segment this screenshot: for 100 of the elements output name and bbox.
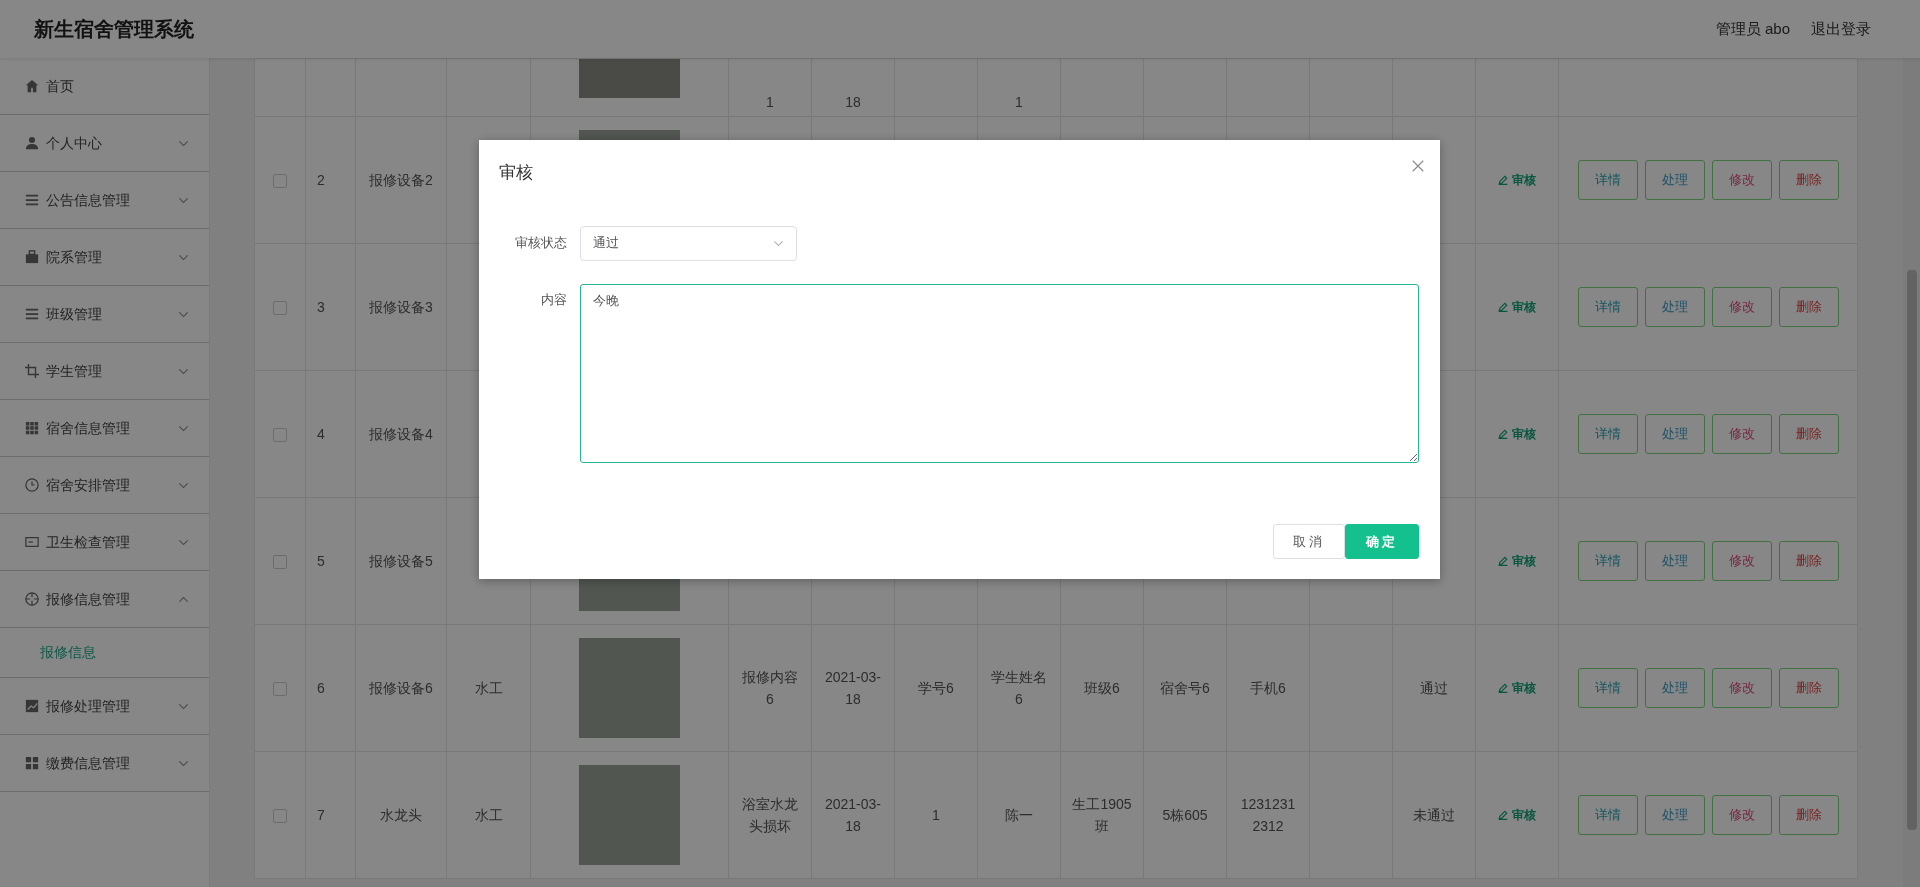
user-name: 管理员 abo: [1715, 18, 1790, 39]
sidebar-subitem[interactable]: 报修信息: [0, 628, 209, 678]
action-button[interactable]: 修改: [1711, 414, 1772, 454]
action-button[interactable]: 详情: [1577, 541, 1638, 581]
row-index: 5: [317, 553, 325, 569]
action-button[interactable]: 详情: [1577, 414, 1638, 454]
sidebar-item[interactable]: 缴费信息管理: [0, 735, 209, 792]
action-button[interactable]: 详情: [1577, 287, 1638, 327]
sidebar-item[interactable]: 报修信息管理: [0, 571, 209, 628]
pencil-icon: [1498, 302, 1509, 312]
sidebar-item[interactable]: 班级管理: [0, 286, 209, 343]
sidebar-item-label: 个人中心: [46, 133, 103, 153]
row-index: 6: [317, 680, 325, 696]
sidebar-item[interactable]: 首页: [0, 58, 209, 115]
action-button[interactable]: 删除: [1778, 795, 1839, 835]
action-button[interactable]: 修改: [1711, 287, 1772, 327]
table-cell: 未通过: [1413, 807, 1455, 823]
pencil-icon: [1498, 810, 1509, 820]
audit-link[interactable]: 审核: [1498, 296, 1536, 318]
action-button[interactable]: 处理: [1644, 541, 1705, 581]
table-cell: 报修设备3: [369, 299, 433, 315]
crosshair-icon: [25, 592, 39, 606]
row-checkbox[interactable]: [273, 301, 287, 316]
sidebar-item[interactable]: 卫生检查管理: [0, 514, 209, 571]
sidebar-item[interactable]: 报修处理管理: [0, 678, 209, 735]
table-cell: 2021-03-18: [824, 796, 881, 834]
row-checkbox[interactable]: [273, 428, 287, 443]
sidebar-item[interactable]: 公告信息管理: [0, 172, 209, 229]
action-button[interactable]: 修改: [1711, 668, 1772, 708]
scrollbar-thumb[interactable]: [1906, 270, 1917, 830]
table-cell: 浴室水龙头损坏: [742, 796, 798, 834]
action-button[interactable]: 修改: [1711, 795, 1772, 835]
action-button[interactable]: 详情: [1577, 795, 1638, 835]
logout-link[interactable]: 退出登录: [1811, 17, 1871, 41]
action-button[interactable]: 删除: [1778, 414, 1839, 454]
action-button[interactable]: 处理: [1644, 414, 1705, 454]
action-button[interactable]: 删除: [1778, 287, 1839, 327]
audit-link[interactable]: 审核: [1498, 423, 1536, 445]
table-cell: 学号6: [918, 680, 954, 696]
sidebar-item-label: 班级管理: [46, 304, 103, 324]
table-cell: 1: [932, 807, 940, 823]
grid-icon: [25, 756, 39, 770]
action-button[interactable]: 删除: [1778, 668, 1839, 708]
row-index: 2: [317, 172, 325, 188]
sidebar-item[interactable]: 学生管理: [0, 343, 209, 400]
sidebar-item-label: 公告信息管理: [46, 190, 131, 210]
audit-link[interactable]: 审核: [1498, 169, 1536, 191]
chart-icon: [25, 699, 39, 713]
action-button[interactable]: 详情: [1577, 160, 1638, 200]
sidebar-item-label: 首页: [46, 76, 75, 96]
action-button[interactable]: 修改: [1711, 160, 1772, 200]
action-button[interactable]: 处理: [1644, 287, 1705, 327]
table-cell: 班级6: [1084, 680, 1120, 696]
person-icon: [25, 136, 39, 150]
row-index: 3: [317, 299, 325, 315]
confirm-button[interactable]: 确定: [1345, 524, 1419, 559]
sidebar-item-label: 卫生检查管理: [46, 532, 131, 552]
sidebar-item[interactable]: 宿舍信息管理: [0, 400, 209, 457]
pencil-icon: [1498, 556, 1509, 566]
table-cell: 水工: [474, 680, 503, 696]
close-icon[interactable]: [1412, 160, 1424, 172]
row-checkbox[interactable]: [273, 809, 287, 824]
pencil-icon: [1498, 683, 1509, 693]
action-button[interactable]: 删除: [1778, 541, 1839, 581]
cancel-button[interactable]: 取消: [1273, 524, 1345, 559]
content-field[interactable]: 今晚: [580, 283, 1419, 463]
audit-link[interactable]: 审核: [1498, 804, 1536, 826]
action-button[interactable]: 处理: [1644, 668, 1705, 708]
clock-icon: [25, 478, 39, 492]
table-cell: 手机6: [1250, 680, 1286, 696]
row-checkbox[interactable]: [273, 555, 287, 570]
action-button[interactable]: 处理: [1644, 795, 1705, 835]
dialog-title: 审核: [499, 162, 533, 184]
action-button[interactable]: 修改: [1711, 541, 1772, 581]
sidebar-item-label: 院系管理: [46, 247, 103, 267]
pencil-icon: [1498, 175, 1509, 185]
table-cell: 水工: [474, 807, 503, 823]
sidebar-item-label: 学生管理: [46, 361, 103, 381]
grid-icon: [25, 421, 39, 435]
row-checkbox[interactable]: [273, 682, 287, 697]
sidebar-item[interactable]: 个人中心: [0, 115, 209, 172]
row-checkbox[interactable]: [273, 174, 287, 189]
list-icon: [25, 193, 39, 207]
sidebar-item[interactable]: 宿舍安排管理: [0, 457, 209, 514]
table-cell: 学生姓名6: [991, 669, 1047, 707]
table-cell: 1: [766, 94, 774, 110]
audit-link[interactable]: 审核: [1498, 550, 1536, 572]
status-select[interactable]: 通过: [580, 225, 797, 261]
table-cell: 报修设备5: [369, 553, 433, 569]
sidebar-item[interactable]: 院系管理: [0, 229, 209, 286]
action-button[interactable]: 删除: [1778, 160, 1839, 200]
action-button[interactable]: 处理: [1644, 160, 1705, 200]
table-cell: 2021-03-18: [824, 669, 881, 707]
form-label: 审核状态: [514, 234, 568, 253]
action-button[interactable]: 详情: [1577, 668, 1638, 708]
audit-link[interactable]: 审核: [1498, 677, 1536, 699]
table-cell: 陈一: [1005, 807, 1033, 823]
app-title: 新生宿舍管理系统: [34, 17, 194, 42]
sidebar-item-label: 报修处理管理: [46, 696, 131, 716]
table-cell: 报修设备4: [369, 426, 433, 442]
